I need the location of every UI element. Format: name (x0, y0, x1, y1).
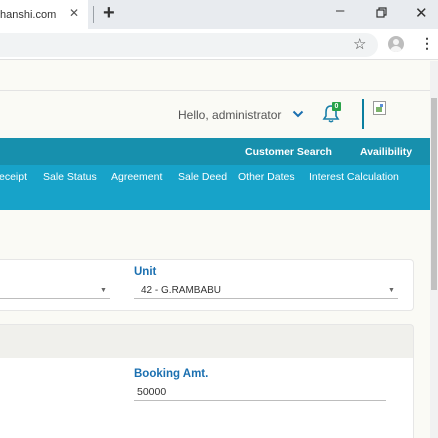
restore-icon[interactable] (376, 7, 387, 18)
bookmark-star-icon[interactable]: ☆ (353, 35, 366, 53)
details-card-header (0, 324, 414, 358)
notification-badge: 0 (332, 102, 341, 111)
broken-image-icon (373, 101, 386, 115)
unit-label: Unit (134, 266, 157, 278)
address-bar[interactable] (0, 33, 378, 57)
booking-amount-label: Booking Amt. (134, 368, 209, 380)
user-greeting[interactable]: Hello, administrator (178, 108, 281, 122)
booking-amount-input[interactable]: 50000 (137, 386, 166, 398)
tab-close-icon[interactable]: ✕ (69, 6, 79, 20)
nav-interest-calculation[interactable]: Interest Calculation (309, 171, 399, 183)
tab-title: hanshi.com (0, 9, 57, 21)
new-tab-icon[interactable]: + (103, 2, 115, 25)
scrollbar-thumb[interactable] (431, 98, 437, 290)
nav-customer-search[interactable]: Customer Search (245, 146, 332, 158)
nav-receipt[interactable]: eceipt (0, 171, 27, 183)
tab-separator (93, 6, 94, 23)
chevron-down-icon[interactable] (292, 108, 304, 120)
caret-down-icon[interactable]: ▼ (100, 287, 107, 294)
minimize-icon[interactable]: – (336, 2, 344, 19)
nav-availibility[interactable]: Availibility (360, 146, 412, 158)
left-select-underline[interactable] (0, 298, 110, 299)
browser-tab[interactable]: hanshi.com ✕ (0, 0, 88, 29)
header-divider (362, 99, 364, 129)
unit-select[interactable]: 42 - G.RAMBABU (141, 285, 221, 296)
window-close-icon[interactable]: ✕ (415, 4, 428, 22)
nav-agreement[interactable]: Agreement (111, 171, 162, 183)
nav-sale-status[interactable]: Sale Status (43, 171, 97, 183)
nav-other-dates[interactable]: Other Dates (238, 171, 295, 183)
profile-icon[interactable] (388, 36, 404, 52)
booking-amount-underline[interactable] (134, 400, 386, 401)
caret-down-icon[interactable]: ▼ (388, 287, 395, 294)
unit-select-underline[interactable] (134, 298, 398, 299)
nav-sale-deed[interactable]: Sale Deed (178, 171, 227, 183)
browser-menu-icon[interactable]: ⋮ (420, 36, 434, 50)
